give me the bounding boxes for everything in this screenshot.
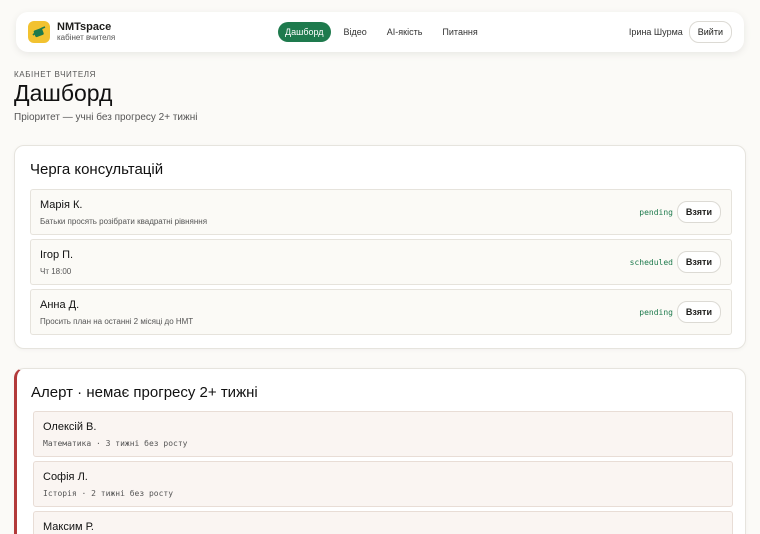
student-name: Марія К. (40, 199, 83, 211)
student-name: Ігор П. (40, 249, 74, 261)
page-subtitle: Пріоритет — учні без прогресу 2+ тижні (14, 112, 198, 123)
main-nav: Дашборд Відео AI-якість Питання (278, 22, 485, 42)
logout-button[interactable]: Вийти (688, 21, 732, 43)
status-badge: pending (639, 208, 673, 217)
status-badge: pending (639, 308, 673, 317)
take-button[interactable]: Взяти (676, 201, 721, 223)
nav-ai-quality[interactable]: AI-якість (380, 22, 430, 42)
queue-title: Черга консультацій (30, 161, 164, 178)
student-name: Софія Л. (43, 471, 88, 483)
request-description: Чт 18:00 (40, 267, 72, 276)
alert-item[interactable]: Софія Л. Історія · 2 тижні без росту (33, 461, 733, 507)
progress-note: Історія · 2 тижні без росту (43, 489, 174, 498)
brand: NMTspace кабінет вчителя (57, 21, 115, 43)
brand-subtitle: кабінет вчителя (57, 33, 116, 43)
page-eyebrow: КАБІНЕТ ВЧИТЕЛЯ (14, 70, 96, 79)
alert-item[interactable]: Олексій В. Математика · 3 тижні без рост… (33, 411, 733, 457)
alert-title: Алерт · немає прогресу 2+ тижні (31, 384, 258, 401)
nav-dashboard[interactable]: Дашборд (278, 22, 331, 42)
alert-item[interactable]: Максим Р. (33, 511, 733, 534)
page-title: Дашборд (14, 80, 113, 106)
brand-name: NMTspace (57, 21, 112, 34)
progress-note: Математика · 3 тижні без росту (43, 439, 188, 448)
queue-item: Марія К. Батьки просять розібрати квадра… (30, 189, 732, 235)
top-bar: NMTspace кабінет вчителя Дашборд Відео A… (16, 12, 744, 52)
take-button[interactable]: Взяти (676, 251, 721, 273)
no-progress-alert-card: Алерт · немає прогресу 2+ тижні Олексій … (14, 368, 746, 534)
logo-mark (32, 26, 46, 38)
student-name: Максим Р. (43, 521, 94, 533)
nav-video[interactable]: Відео (337, 22, 374, 42)
nav-questions[interactable]: Питання (435, 22, 484, 42)
student-name: Анна Д. (40, 299, 80, 311)
logo-icon[interactable] (28, 21, 50, 43)
queue-item: Анна Д. Просить план на останні 2 місяці… (30, 289, 732, 335)
take-button[interactable]: Взяти (676, 301, 721, 323)
request-description: Просить план на останні 2 місяці до НМТ (40, 317, 194, 326)
consultation-queue-card: Черга консультацій Марія К. Батьки прося… (14, 145, 746, 349)
student-name: Олексій В. (43, 421, 97, 433)
user-name: Ірина Шурма (628, 27, 683, 37)
user-area: Ірина Шурма Вийти (629, 21, 732, 43)
status-badge: scheduled (629, 258, 673, 267)
queue-item: Ігор П. Чт 18:00 scheduled Взяти (30, 239, 732, 285)
request-description: Батьки просять розібрати квадратні рівня… (40, 217, 208, 226)
